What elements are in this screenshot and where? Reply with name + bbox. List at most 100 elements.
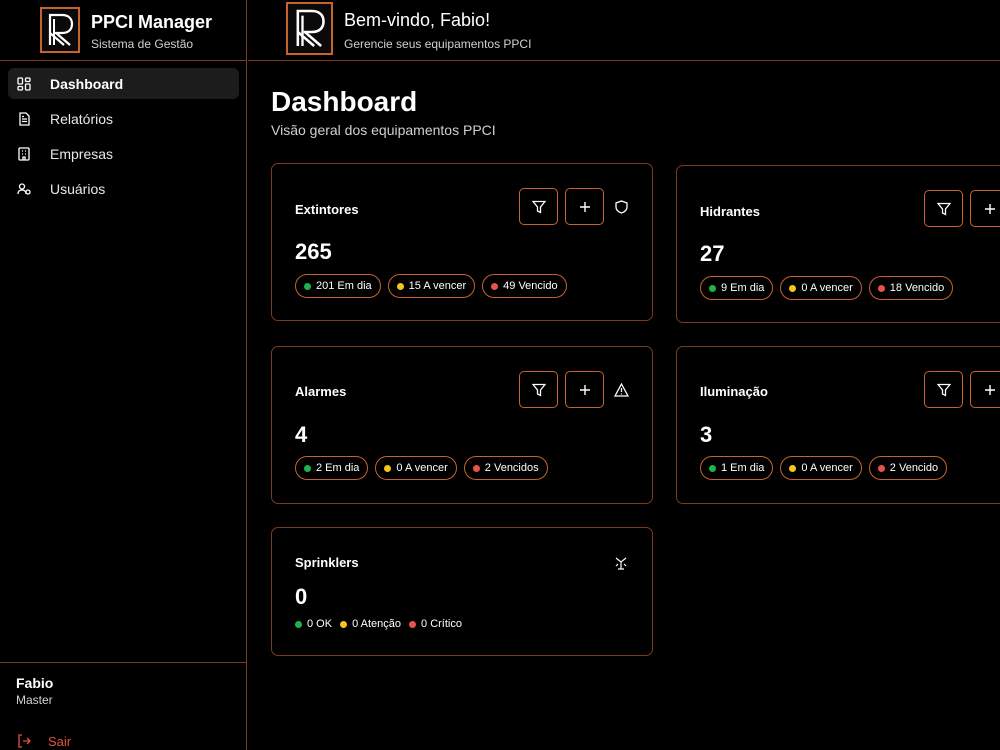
- filter-icon: [531, 200, 546, 214]
- card-title: Extintores: [295, 202, 359, 217]
- yellow-dot-icon: [340, 620, 348, 628]
- status-pills: 9 Em dia 0 A vencer 18 Vencido: [700, 276, 954, 300]
- status-text: 2 Em dia: [316, 462, 360, 474]
- dashboard-icon: [16, 76, 32, 92]
- red-dot-icon: [491, 282, 499, 290]
- sprinkler-icon: [613, 555, 629, 571]
- logout-label: Sair: [48, 733, 72, 749]
- status-pills: 2 Em dia 0 A vencer 2 Vencidos: [295, 456, 548, 480]
- page-subtitle: Visão geral dos equipamentos PPCI: [271, 122, 496, 138]
- card-alarmes: Alarmes 4 2 Em dia 0 A vencer 2 Vencidos: [271, 346, 653, 504]
- shield-icon: [613, 199, 629, 215]
- document-icon: [16, 111, 32, 127]
- sidebar-item-usuarios[interactable]: Usuários: [8, 173, 239, 204]
- yellow-dot-icon: [384, 464, 392, 472]
- status-badge-danger: 49 Vencido: [482, 274, 567, 298]
- plus-icon: [579, 384, 590, 395]
- green-dot-icon: [295, 620, 302, 628]
- sidebar-item-relatorios[interactable]: Relatórios: [8, 103, 239, 134]
- status-badge-danger: 2 Vencido: [868, 456, 948, 480]
- logout-button[interactable]: Sair: [16, 733, 71, 749]
- sidebar: PPCI Manager Sistema de Gestão Dashboard…: [0, 0, 247, 750]
- red-dot-icon: [409, 620, 417, 628]
- add-button[interactable]: [565, 371, 604, 408]
- add-button[interactable]: [970, 371, 1000, 408]
- filter-button[interactable]: [924, 371, 963, 408]
- status-text: 1 Em dia: [721, 462, 765, 474]
- status-text: 2 Vencidos: [484, 462, 539, 474]
- sidebar-item-label: Relatórios: [50, 110, 114, 127]
- add-button[interactable]: [565, 188, 604, 225]
- yellow-dot-icon: [396, 282, 404, 290]
- plus-icon: [984, 384, 995, 395]
- user-info: Fabio Master: [0, 662, 247, 719]
- status-badge-ok: 9 Em dia: [700, 276, 774, 300]
- status-warn: 0 Atenção: [340, 618, 401, 630]
- card-extintores: Extintores 265 201 Em dia 15 A vencer 49…: [271, 163, 653, 321]
- status-badge-warn: 0 A vencer: [780, 456, 862, 480]
- status-pills: 1 Em dia 0 A vencer 2 Vencido: [700, 456, 948, 480]
- logo-r-icon: [286, 2, 333, 55]
- filter-button[interactable]: [519, 188, 558, 225]
- add-button[interactable]: [970, 190, 1000, 227]
- plus-icon: [579, 201, 590, 212]
- card-count: 265: [295, 239, 332, 264]
- red-dot-icon: [877, 464, 885, 472]
- card-title: Hidrantes: [700, 204, 760, 219]
- user-role: Master: [16, 693, 53, 707]
- status-pills: 201 Em dia 15 A vencer 49 Vencido: [295, 274, 567, 298]
- filter-icon: [936, 383, 951, 397]
- status-text: 0 Crítico: [421, 618, 462, 630]
- warning-icon: [613, 382, 629, 398]
- filter-button[interactable]: [519, 371, 558, 408]
- status-text: 49 Vencido: [503, 280, 558, 292]
- status-text: 0 Atenção: [352, 618, 402, 630]
- card-count: 3: [700, 422, 713, 447]
- status-summary: 0 OK 0 Atenção 0 Crítico: [295, 618, 462, 630]
- brand: PPCI Manager Sistema de Gestão: [0, 0, 247, 61]
- status-text: 0 A vencer: [801, 462, 853, 474]
- card-title: Iluminação: [700, 384, 768, 399]
- welcome-title: Bem-vindo, Fabio!: [344, 10, 491, 30]
- yellow-dot-icon: [789, 464, 797, 472]
- card-hidrantes: Hidrantes 27 9 Em dia 0 A vencer 18 Venc…: [676, 165, 1000, 323]
- building-icon: [16, 146, 32, 162]
- status-badge-warn: 0 A vencer: [375, 456, 457, 480]
- sidebar-nav: Dashboard Relatórios Empresas Usuários: [8, 68, 239, 208]
- plus-icon: [984, 203, 995, 214]
- sidebar-item-label: Empresas: [50, 145, 114, 162]
- yellow-dot-icon: [789, 284, 797, 292]
- red-dot-icon: [877, 284, 885, 292]
- status-text: 18 Vencido: [889, 282, 945, 294]
- welcome-subtitle: Gerencie seus equipamentos PPCI: [344, 37, 532, 51]
- brand-subtitle: Sistema de Gestão: [91, 37, 194, 51]
- status-text: 2 Vencido: [889, 462, 939, 474]
- status-badge-ok: 201 Em dia: [295, 274, 381, 298]
- green-dot-icon: [709, 464, 716, 472]
- status-badge-warn: 15 A vencer: [387, 274, 476, 298]
- card-count: 4: [295, 422, 308, 447]
- status-text: 9 Em dia: [721, 282, 765, 294]
- card-count: 27: [700, 241, 725, 266]
- status-text: 0 OK: [307, 618, 333, 630]
- status-text: 0 A vencer: [801, 282, 853, 294]
- status-badge-danger: 18 Vencido: [868, 276, 954, 300]
- status-badge-danger: 2 Vencidos: [463, 456, 548, 480]
- status-text: 15 A vencer: [408, 280, 467, 292]
- card-title: Sprinklers: [295, 555, 359, 570]
- green-dot-icon: [304, 282, 311, 290]
- filter-icon: [531, 383, 546, 397]
- card-count: 0: [295, 584, 308, 609]
- sidebar-item-label: Usuários: [50, 180, 106, 197]
- green-dot-icon: [709, 284, 716, 292]
- users-icon: [16, 181, 32, 197]
- card-iluminacao: Iluminação 3 1 Em dia 0 A vencer 2 Venci…: [676, 346, 1000, 504]
- top-header: Bem-vindo, Fabio! Gerencie seus equipame…: [248, 0, 1000, 61]
- filter-button[interactable]: [924, 190, 963, 227]
- status-text: 201 Em dia: [316, 280, 372, 292]
- page-title: Dashboard: [271, 86, 418, 117]
- red-dot-icon: [472, 464, 480, 472]
- card-title: Alarmes: [295, 384, 347, 399]
- sidebar-item-dashboard[interactable]: Dashboard: [8, 68, 239, 99]
- sidebar-item-empresas[interactable]: Empresas: [8, 138, 239, 169]
